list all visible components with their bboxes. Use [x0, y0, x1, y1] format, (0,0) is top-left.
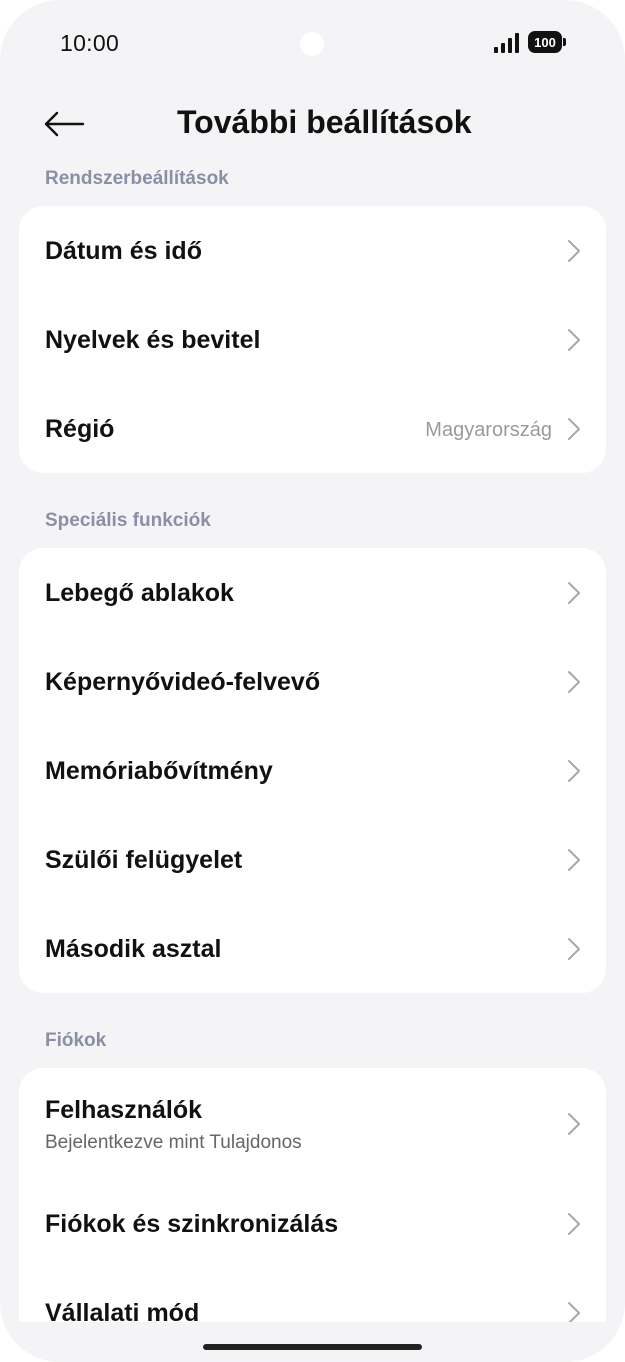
item-title: Lebegő ablakok — [45, 579, 234, 607]
item-subtitle: Bejelentkezve mint Tulajdonos — [45, 1132, 302, 1153]
navigation-bar-area — [0, 1322, 625, 1362]
battery-icon: 100 — [528, 31, 566, 53]
chevron-right-icon — [568, 760, 580, 782]
chevron-right-icon — [568, 329, 580, 351]
settings-item-second-desktop[interactable]: Második asztal — [19, 904, 606, 993]
section-label-special: Speciális funkciók — [45, 510, 211, 531]
back-button[interactable] — [36, 100, 92, 148]
chevron-right-icon — [568, 1113, 580, 1135]
camera-cutout — [300, 32, 324, 56]
settings-item-parental-control[interactable]: Szülői felügyelet — [19, 815, 606, 904]
signal-icon — [494, 33, 520, 53]
special-features-card: Lebegő ablakok Képernyővideó-felvevő Mem… — [19, 548, 606, 993]
item-title: Második asztal — [45, 935, 222, 963]
chevron-right-icon — [568, 849, 580, 871]
home-indicator[interactable] — [203, 1344, 422, 1350]
section-label-system: Rendszerbeállítások — [45, 168, 229, 189]
item-title: Fiókok és szinkronizálás — [45, 1210, 339, 1238]
item-title: Képernyővideó-felvevő — [45, 668, 321, 696]
status-time: 10:00 — [60, 30, 120, 56]
chevron-right-icon — [568, 671, 580, 693]
item-title: Régió — [45, 415, 115, 443]
page-title: További beállítások — [177, 104, 472, 140]
status-bar: 10:00 100 — [0, 0, 625, 90]
item-title: Nyelvek és bevitel — [45, 326, 261, 354]
section-label-accounts: Fiókok — [45, 1030, 107, 1051]
chevron-right-icon — [568, 582, 580, 604]
accounts-card: Felhasználók Bejelentkezve mint Tulajdon… — [19, 1068, 606, 1358]
chevron-right-icon — [568, 240, 580, 262]
page-header: További beállítások — [0, 96, 625, 152]
settings-item-memory-extension[interactable]: Memóriabővítmény — [19, 726, 606, 815]
item-title: Szülői felügyelet — [45, 846, 243, 874]
item-title: Dátum és idő — [45, 237, 202, 265]
chevron-right-icon — [568, 938, 580, 960]
settings-item-floating-windows[interactable]: Lebegő ablakok — [19, 548, 606, 637]
item-title: Felhasználók — [45, 1096, 202, 1124]
item-title: Memóriabővítmény — [45, 757, 273, 785]
chevron-right-icon — [568, 418, 580, 440]
settings-screen: 10:00 100 További beállítások Rendszerbe… — [0, 0, 625, 1362]
system-settings-card: Dátum és idő Nyelvek és bevitel Régió Ma… — [19, 206, 606, 473]
arrow-left-icon — [44, 111, 85, 137]
battery-level: 100 — [534, 34, 556, 50]
settings-item-users[interactable]: Felhasználók Bejelentkezve mint Tulajdon… — [19, 1068, 606, 1179]
settings-item-screen-recorder[interactable]: Képernyővideó-felvevő — [19, 637, 606, 726]
settings-item-date-time[interactable]: Dátum és idő — [19, 206, 606, 295]
settings-item-accounts-sync[interactable]: Fiókok és szinkronizálás — [19, 1179, 606, 1268]
settings-item-languages[interactable]: Nyelvek és bevitel — [19, 295, 606, 384]
settings-item-region[interactable]: Régió Magyarország — [19, 384, 606, 473]
chevron-right-icon — [568, 1213, 580, 1235]
region-value: Magyarország — [425, 419, 552, 441]
